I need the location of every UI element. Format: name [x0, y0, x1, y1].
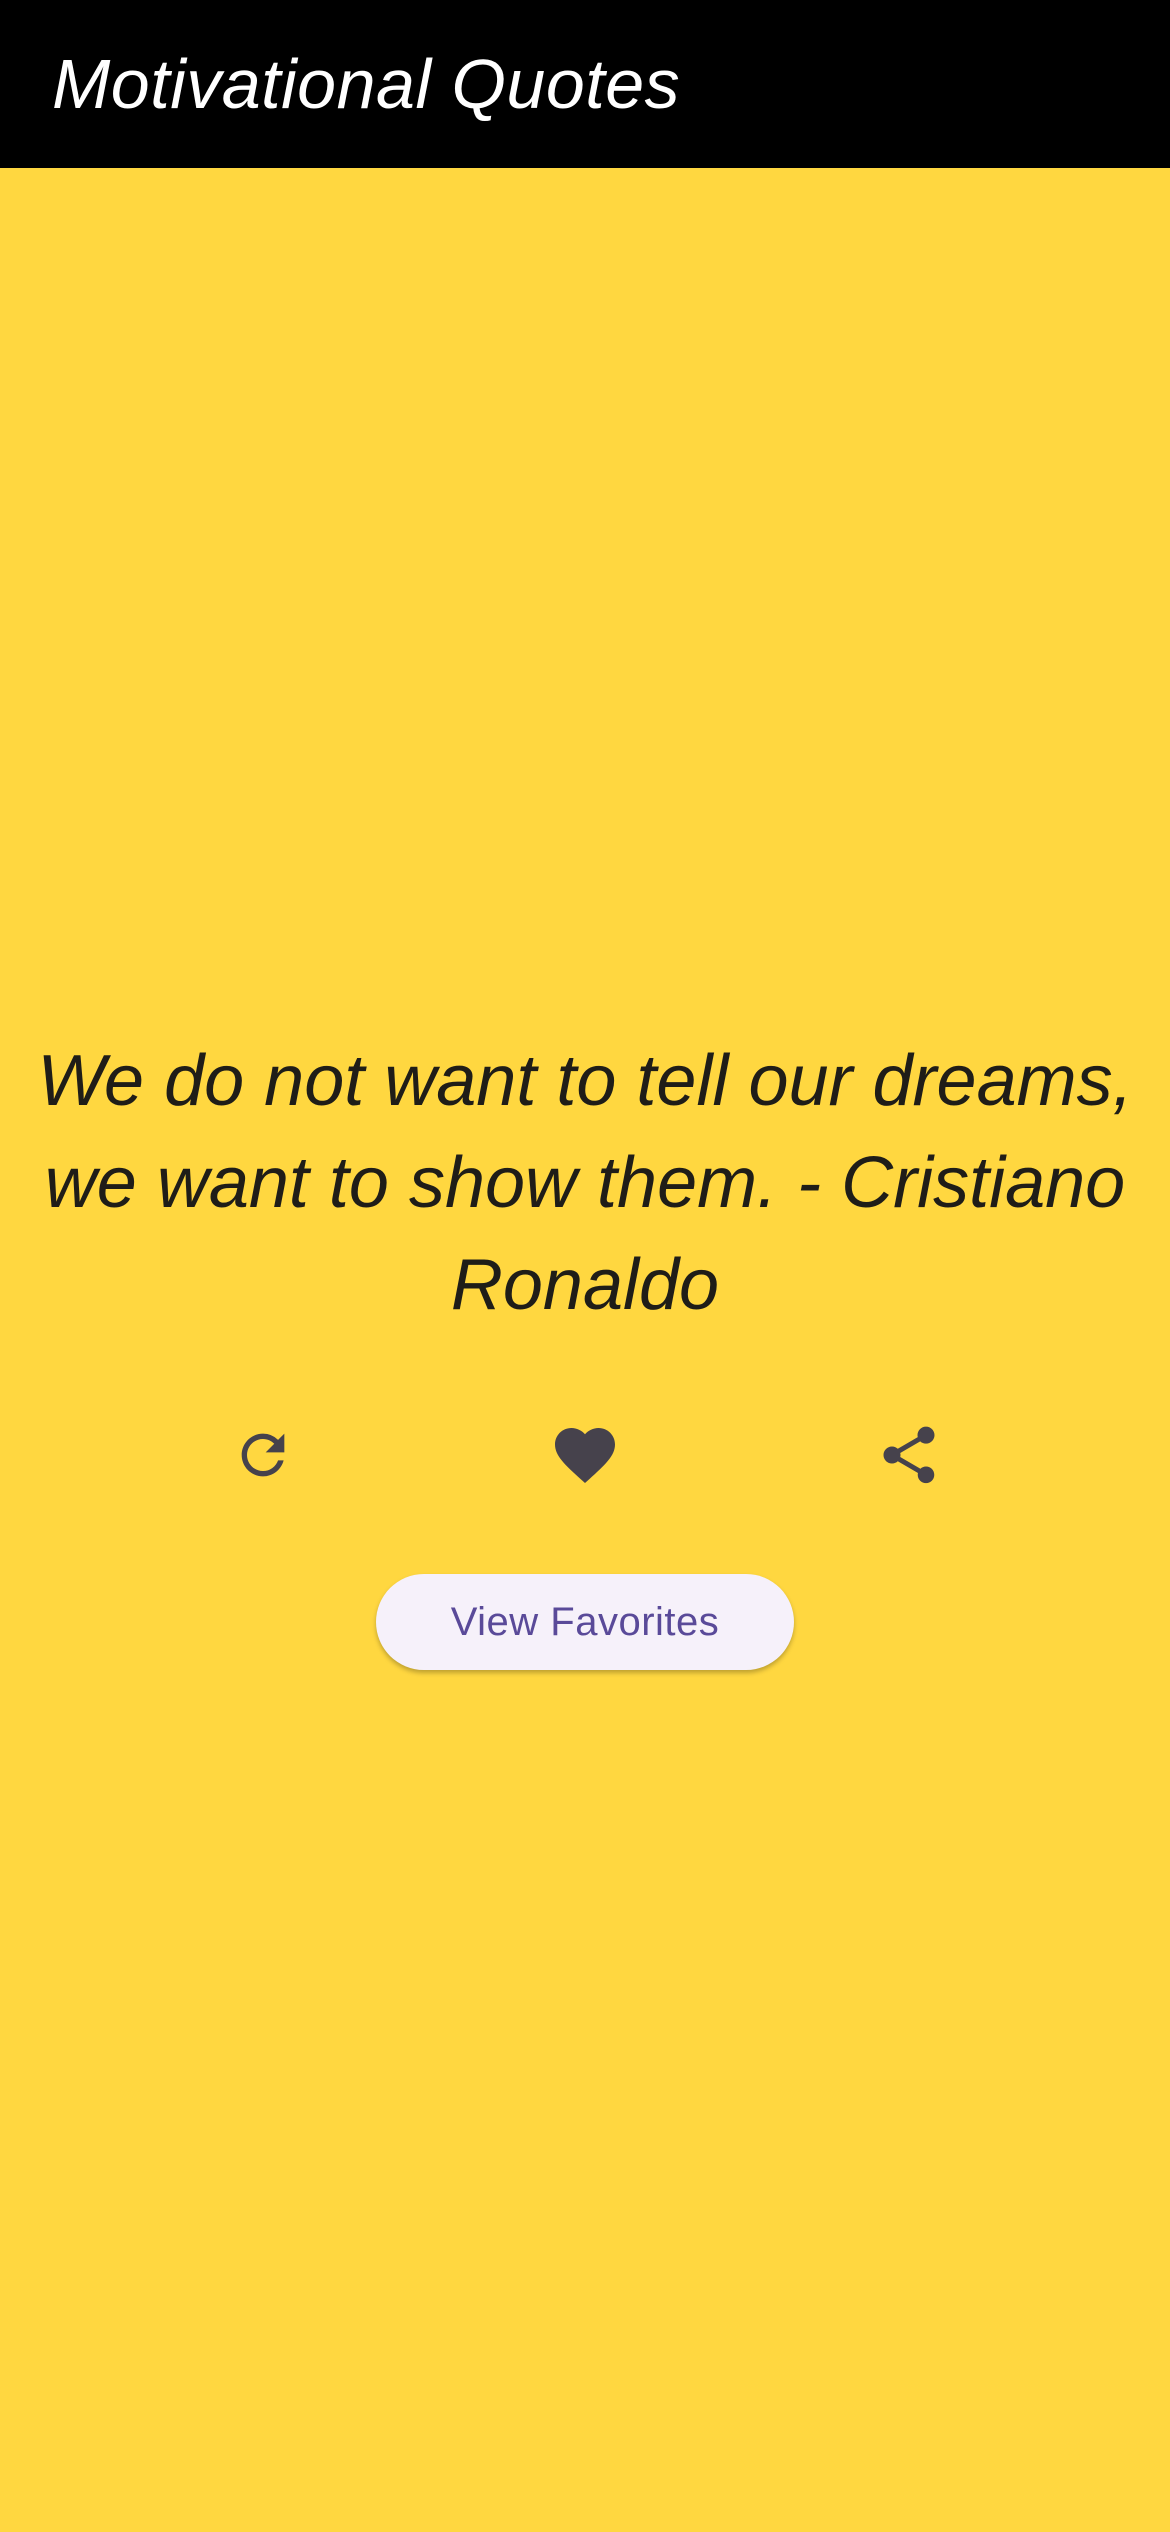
refresh-icon — [231, 1423, 295, 1487]
view-favorites-label: View Favorites — [450, 1599, 720, 1644]
view-favorites-button[interactable]: View Favorites — [376, 1574, 794, 1670]
app-bar: Motivational Quotes — [0, 0, 1170, 168]
share-icon — [875, 1421, 943, 1489]
share-button[interactable] — [864, 1415, 954, 1495]
favorite-button[interactable] — [540, 1415, 630, 1495]
refresh-button[interactable] — [218, 1415, 308, 1495]
heart-icon — [549, 1419, 621, 1491]
app-title: Motivational Quotes — [52, 45, 681, 123]
quote-text: We do not want to tell our dreams, we wa… — [37, 1041, 1133, 1325]
action-row — [0, 1415, 1170, 1495]
